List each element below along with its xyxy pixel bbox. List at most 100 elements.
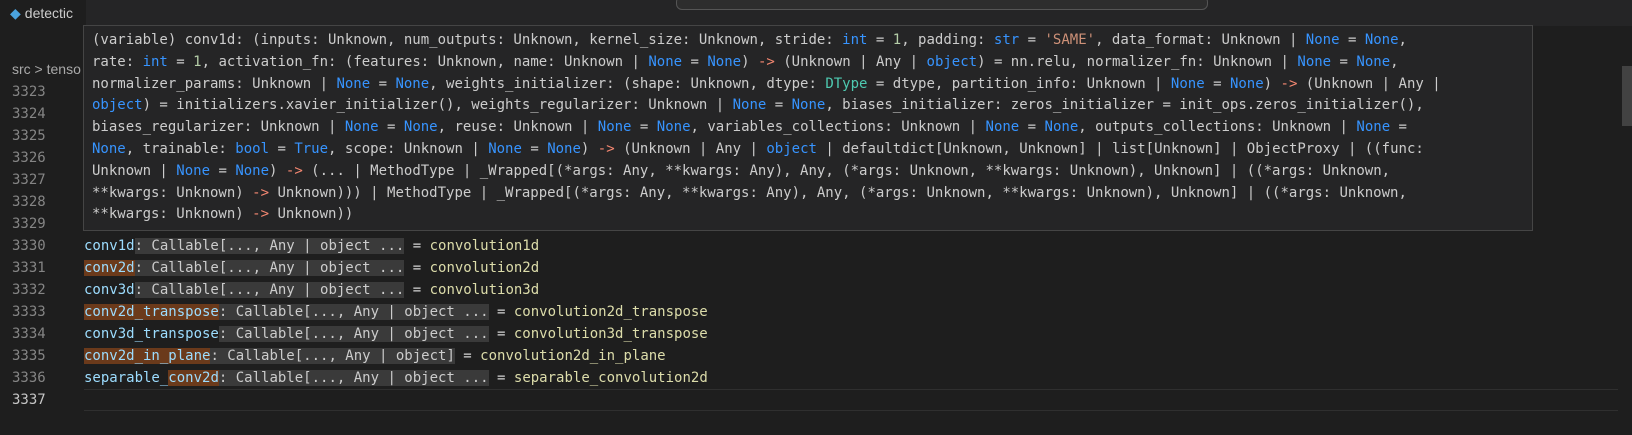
hover-token: -> [757,53,775,70]
hover-token: = [766,97,792,114]
line-number: 3325 [12,128,46,144]
hover-token: = [867,32,893,48]
hover-token: None [395,75,430,92]
line-number: 3328 [12,194,46,210]
assigned-value: separable_convolution2d [513,370,708,386]
line-number: 3337 [12,392,46,408]
hover-token: = [269,140,295,157]
hover-token: , variables_collections: Unknown | [690,119,986,136]
inlay-type-hint: : Callable[..., Any | object ... [134,282,405,298]
command-center-search[interactable] [676,0,1208,10]
assigned-value: convolution3d [429,282,540,298]
hover-token: , weights_initializer: (shape: Unknown, … [429,75,826,92]
hover-token: object [926,53,978,70]
current-line[interactable] [84,389,1624,411]
hover-token: None [1356,119,1391,136]
hover-token: = [1398,119,1407,136]
hover-token: = [210,162,236,179]
tab-label: detectic [24,5,74,21]
assigned-value: convolution2d_transpose [513,304,708,320]
hover-token: ) [269,162,286,179]
scrollbar-thumb[interactable] [1622,66,1632,126]
hover-token: True [294,140,329,157]
line-number-gutter: 3323 3324 3325 3326 3327 3328 3329 3330 3331 3332… [0,81,80,411]
hover-token: , data_format: Unknown | [1095,32,1306,48]
assigned-value: convolution2d_in_plane [480,348,666,364]
hover-token: Unknown)) [269,206,354,223]
hover-token: None [732,97,767,114]
hover-token: None [1044,119,1079,136]
assign-operator: = [404,282,430,298]
hover-token: bool [235,140,270,157]
hover-token: , trainable: [125,140,236,157]
variable-name: conv1d [84,238,135,254]
code-line: conv3d_transpose: Callable[..., Any | ob… [84,323,1624,345]
assign-operator: = [488,304,514,320]
line-number: 3326 [12,150,46,166]
hover-token: DType [825,75,868,92]
assign-operator: = [404,260,430,276]
inlay-type-hint: : Callable[..., Any | object ... [134,238,405,254]
line-number: 3327 [12,172,46,188]
hover-token: 'SAME' [1044,32,1096,48]
editor-tab-bar: ◆ detectic [0,0,1632,26]
vertical-scrollbar[interactable] [1618,26,1632,435]
hover-token: int [842,32,868,48]
hover-token: ) [741,53,758,70]
inlay-type-hint: : Callable[..., Any | object ... [218,326,489,342]
hover-token: ) [1263,75,1281,92]
hover-token: = [682,53,708,70]
hover-token: -> [252,184,270,201]
code-line: separable_conv2d: Callable[..., Any | ob… [84,367,1624,389]
hover-token: None [707,53,742,70]
line-number: 3324 [12,106,46,122]
hover-token: None [656,119,691,136]
hover-token: (Unknown | Any | [774,53,927,70]
line-number: 3332 [12,282,46,298]
code-line: conv1d: Callable[..., Any | object ... =… [84,235,1624,257]
hover-tooltip: (variable) conv1d: (inputs: Unknown, num… [83,25,1533,231]
hover-token: , reuse: Unknown | [437,119,598,136]
hover-token: (Unknown | Any | [614,140,767,157]
inlay-type-hint: : Callable[..., Any | object ... [218,304,489,320]
variable-name-highlight: conv2d [168,370,219,386]
line-number: 3323 [12,84,46,100]
assign-operator: = [454,348,481,364]
hover-token: int [142,53,168,70]
tab-detection-file[interactable]: ◆ detectic [0,0,86,26]
hover-token: = [1339,32,1365,48]
hover-token: None [985,119,1020,136]
line-number: 3336 [12,370,46,386]
breadcrumb[interactable]: src > tenso [0,58,81,80]
hover-token: None [92,140,126,157]
code-line: conv2d: Callable[..., Any | object ... =… [84,257,1624,279]
hover-token: None [1305,32,1340,48]
assign-operator: = [488,370,514,386]
hover-token: = [1019,32,1045,48]
hover-token: , activation_fn: (features: Unknown, nam… [201,53,649,70]
inlay-type-hint: : Callable[..., Any | object] [210,348,455,364]
hover-token: None [344,119,379,136]
hover-token: None [648,53,683,70]
hover-token: = [370,75,396,92]
hover-token: = [521,140,548,157]
hover-token: ) = initializers.xavier_initializer(), w… [142,97,733,114]
hover-token: = [1331,53,1357,70]
hover-token: = [167,53,194,70]
hover-token: object [92,97,143,114]
inlay-type-hint: : Callable[..., Any | object ... [134,260,405,276]
code-line: conv3d: Callable[..., Any | object ... =… [84,279,1624,301]
hover-token: ) [580,140,598,157]
hover-token: None [1356,53,1391,70]
line-number: 3330 [12,238,46,254]
hover-token: , scope: Unknown | [328,140,489,157]
variable-name: conv3d_transpose [84,326,219,342]
hover-token: str [993,32,1020,48]
hover-token: None [1229,75,1264,92]
hover-token: None [336,75,371,92]
hover-token: None [1170,75,1205,92]
line-number: 3333 [12,304,46,320]
variable-name-highlight: conv2d_in_plane [84,348,211,364]
assign-operator: = [488,326,514,342]
python-file-icon: ◆ [10,5,21,21]
